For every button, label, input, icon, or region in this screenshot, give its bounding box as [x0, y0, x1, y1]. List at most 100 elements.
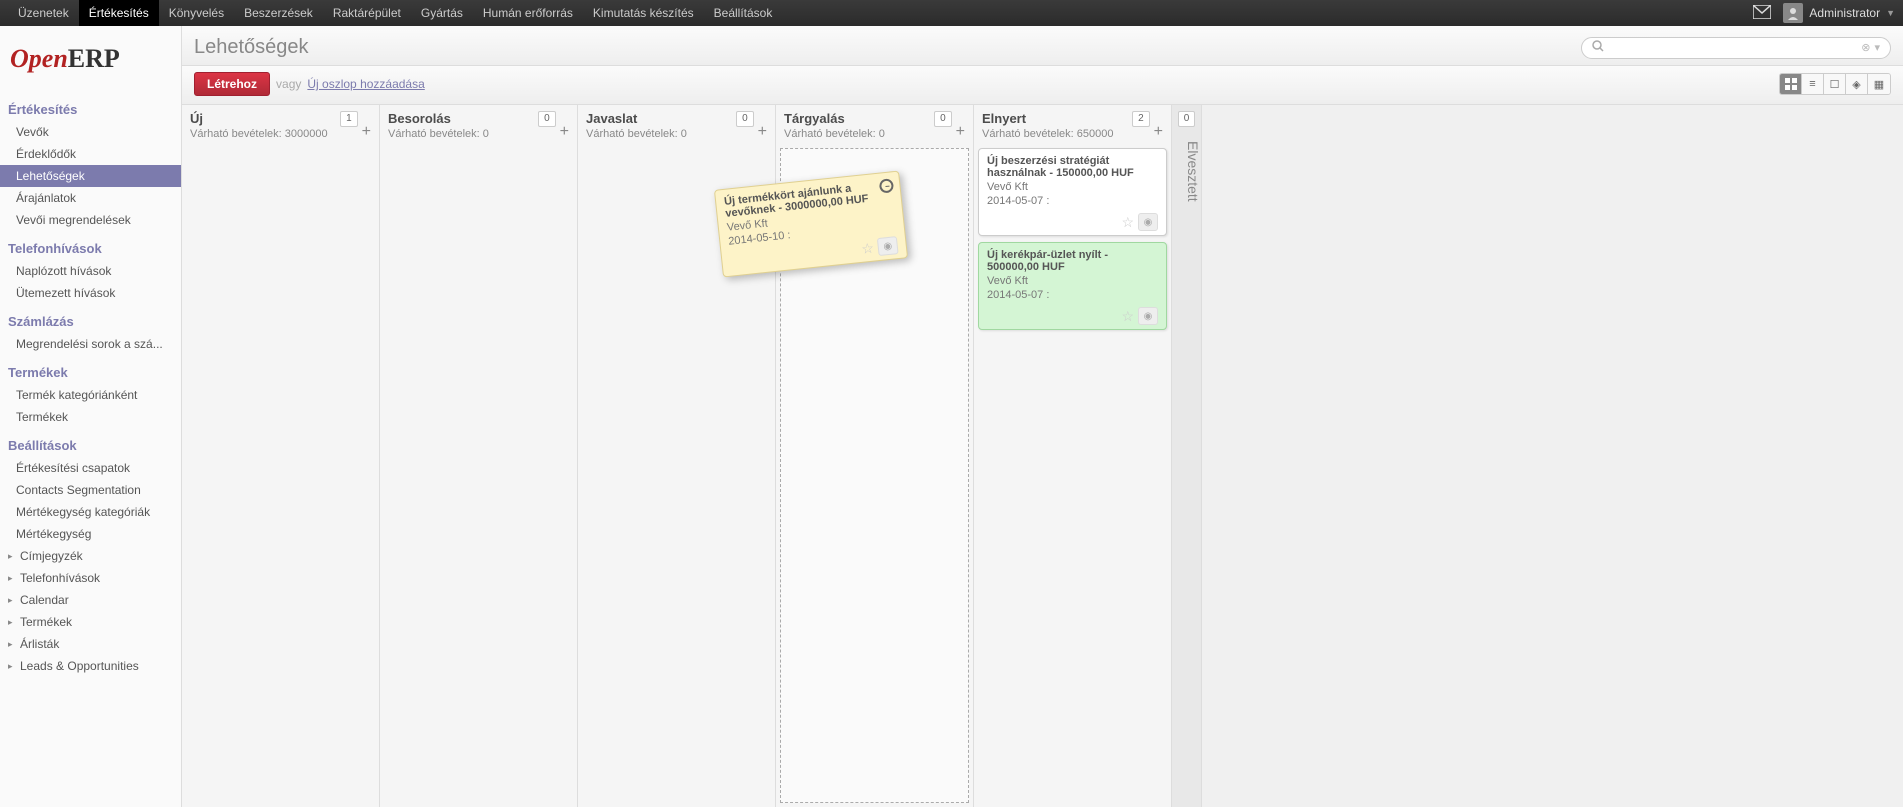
- column-title: Új: [190, 111, 336, 126]
- triangle-right-icon: ▸: [8, 661, 16, 672]
- search-box[interactable]: ⊗ ▾: [1581, 37, 1891, 59]
- side-logged-calls[interactable]: Naplózott hívások: [0, 260, 181, 282]
- side-uom[interactable]: Mértékegység: [0, 523, 181, 545]
- side-customers[interactable]: Vevők: [0, 121, 181, 143]
- nav-accounting[interactable]: Könyvelés: [159, 0, 234, 26]
- nav-sales[interactable]: Értékesítés: [79, 0, 159, 26]
- add-column-link[interactable]: Új oszlop hozzáadása: [307, 77, 424, 91]
- column-revenue: Várható bevételek: 0: [784, 128, 930, 140]
- nav-hr[interactable]: Humán erőforrás: [473, 0, 583, 26]
- side-header-settings: Beállítások: [0, 432, 181, 457]
- star-icon[interactable]: ☆: [1121, 214, 1134, 231]
- form-view-button[interactable]: ☐: [1824, 74, 1846, 94]
- column-count: 2: [1132, 111, 1150, 127]
- kanban-card[interactable]: Új beszerzési stratégiát használnak - 15…: [978, 148, 1167, 236]
- card-date: 2014-05-07 :: [987, 195, 1158, 207]
- side-order-lines[interactable]: Megrendelési sorok a szá...: [0, 333, 181, 355]
- side-products[interactable]: Termékek: [0, 406, 181, 428]
- sidebar: OpenERP Értékesítés Vevők Érdeklődők Leh…: [0, 26, 182, 807]
- column-title: Elnyert: [982, 111, 1128, 126]
- side-opportunities[interactable]: Lehetőségek: [0, 165, 181, 187]
- mail-icon[interactable]: [1753, 5, 1771, 22]
- search-icon: [1590, 40, 1606, 55]
- nav-settings[interactable]: Beállítások: [704, 0, 783, 26]
- star-icon[interactable]: ☆: [1121, 308, 1134, 325]
- add-card-icon[interactable]: +: [956, 111, 965, 139]
- search-dropdown-icon[interactable]: ▾: [1872, 41, 1882, 54]
- user-menu[interactable]: Administrator ▼: [1783, 3, 1895, 23]
- list-view-button[interactable]: ≡: [1802, 74, 1824, 94]
- nav-messages[interactable]: Üzenetek: [8, 0, 79, 26]
- column-revenue: Várható bevételek: 650000: [982, 128, 1128, 140]
- triangle-right-icon: ▸: [8, 639, 16, 650]
- kanban-card[interactable]: Új kerékpár-üzlet nyílt - 500000,00 HUF …: [978, 242, 1167, 330]
- side-leads[interactable]: Érdeklődők: [0, 143, 181, 165]
- caret-down-icon: ▼: [1886, 8, 1895, 18]
- side-leads-opps[interactable]: ▸Leads & Opportunities: [0, 655, 181, 677]
- side-sales-teams[interactable]: Értékesítési csapatok: [0, 457, 181, 479]
- add-card-icon[interactable]: +: [362, 111, 371, 139]
- column-revenue: Várható bevételek: 3000000: [190, 128, 336, 140]
- kanban-column-won: Elnyert Várható bevételek: 650000 2 + Új…: [974, 105, 1172, 807]
- avatar-icon: [1783, 3, 1803, 23]
- view-switcher: ≡ ☐ ◈ ▦: [1779, 73, 1891, 95]
- side-header-invoicing: Számlázás: [0, 308, 181, 333]
- column-count: 0: [538, 111, 556, 127]
- side-header-sales: Értékesítés: [0, 96, 181, 121]
- column-title: Javaslat: [586, 111, 732, 126]
- column-revenue: Várható bevételek: 0: [586, 128, 732, 140]
- kanban-view-button[interactable]: [1780, 74, 1802, 94]
- add-card-icon[interactable]: +: [758, 111, 767, 139]
- page-title: Lehetőségek: [194, 36, 1581, 59]
- nav-warehouse[interactable]: Raktárépület: [323, 0, 411, 26]
- column-count: 1: [340, 111, 358, 127]
- side-products-exp[interactable]: ▸Termékek: [0, 611, 181, 633]
- triangle-right-icon: ▸: [8, 595, 16, 606]
- card-company: Vevő Kft: [987, 181, 1158, 193]
- top-navigation: Üzenetek Értékesítés Könyvelés Beszerzés…: [0, 0, 1903, 26]
- side-header-products: Termékek: [0, 359, 181, 384]
- kanban-column-proposal: Javaslat Várható bevételek: 0 0 + Új ter…: [578, 105, 776, 807]
- side-scheduled-calls[interactable]: Ütemezett hívások: [0, 282, 181, 304]
- kanban-column-qualification: Besorolás Várható bevételek: 0 0 +: [380, 105, 578, 807]
- nav-purchases[interactable]: Beszerzések: [234, 0, 323, 26]
- clock-icon: [879, 178, 894, 193]
- logo: OpenERP: [0, 32, 181, 92]
- card-title: Új beszerzési stratégiát használnak - 15…: [987, 155, 1134, 179]
- column-title: Elvesztett: [1176, 141, 1201, 202]
- side-pricelists[interactable]: ▸Árlisták: [0, 633, 181, 655]
- calendar-view-button[interactable]: ▦: [1868, 74, 1890, 94]
- column-title: Besorolás: [388, 111, 534, 126]
- column-title: Tárgyalás: [784, 111, 930, 126]
- side-quotes[interactable]: Árajánlatok: [0, 187, 181, 209]
- add-card-icon[interactable]: +: [1154, 111, 1163, 139]
- card-avatar-icon: ◉: [1138, 307, 1158, 325]
- kanban-column-new: Új Várható bevételek: 3000000 1 +: [182, 105, 380, 807]
- card-company: Vevő Kft: [987, 275, 1158, 287]
- graph-view-button[interactable]: ◈: [1846, 74, 1868, 94]
- card-date: 2014-05-07 :: [987, 289, 1158, 301]
- side-calendar[interactable]: ▸Calendar: [0, 589, 181, 611]
- search-input[interactable]: [1606, 41, 1859, 55]
- nav-manufacturing[interactable]: Gyártás: [411, 0, 473, 26]
- kanban-column-lost[interactable]: 0 Elvesztett: [1172, 105, 1202, 807]
- main-content: Lehetőségek ⊗ ▾ Létrehoz vagy Új oszlop …: [182, 26, 1903, 807]
- kanban-board: Új Várható bevételek: 3000000 1 + Besoro…: [182, 105, 1903, 807]
- side-product-categories[interactable]: Termék kategóriánként: [0, 384, 181, 406]
- side-addressbook[interactable]: ▸Címjegyzék: [0, 545, 181, 567]
- column-count: 0: [1178, 111, 1196, 127]
- card-avatar-icon: ◉: [1138, 213, 1158, 231]
- nav-reporting[interactable]: Kimutatás készítés: [583, 0, 704, 26]
- star-icon[interactable]: ☆: [860, 239, 874, 257]
- clear-search-icon[interactable]: ⊗: [1859, 41, 1872, 54]
- side-orders[interactable]: Vevői megrendelések: [0, 209, 181, 231]
- user-name: Administrator: [1809, 6, 1880, 20]
- add-card-icon[interactable]: +: [560, 111, 569, 139]
- side-uom-categories[interactable]: Mértékegység kategóriák: [0, 501, 181, 523]
- card-avatar-icon: ◉: [877, 236, 899, 256]
- card-title: Új kerékpár-üzlet nyílt - 500000,00 HUF: [987, 249, 1108, 273]
- side-contacts-segmentation[interactable]: Contacts Segmentation: [0, 479, 181, 501]
- create-button[interactable]: Létrehoz: [194, 72, 270, 96]
- side-calls-exp[interactable]: ▸Telefonhívások: [0, 567, 181, 589]
- triangle-right-icon: ▸: [8, 617, 16, 628]
